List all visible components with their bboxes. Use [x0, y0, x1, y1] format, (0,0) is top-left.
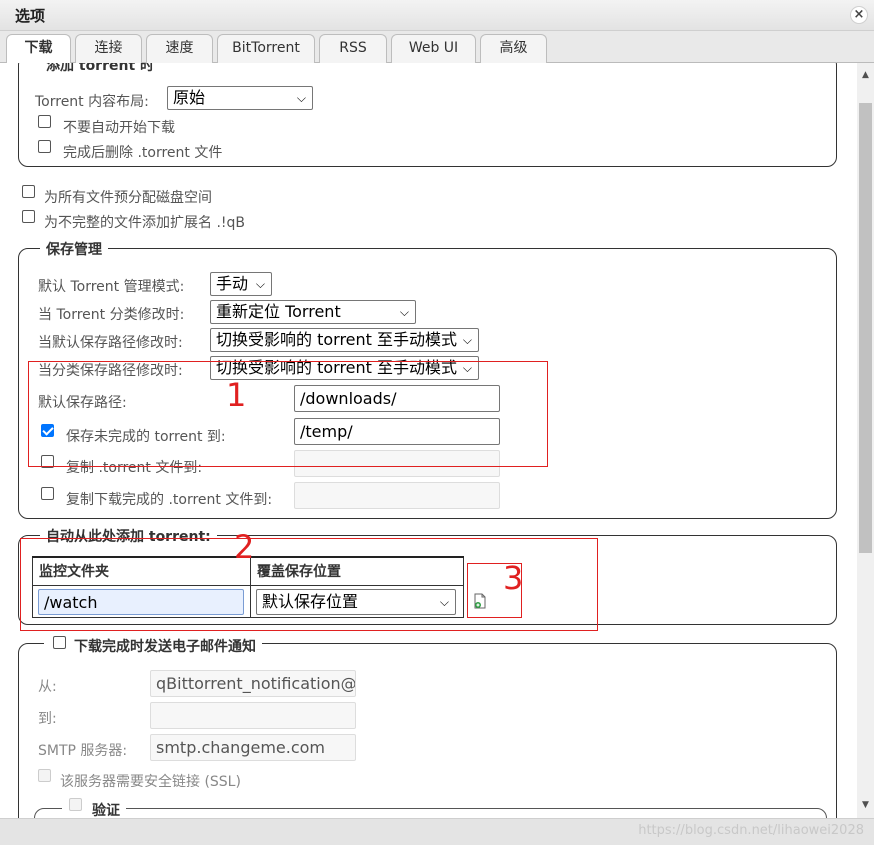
dialog-bottombar: https://blog.csdn.net/lihaowei2028	[0, 818, 874, 845]
torrent-mode-select[interactable]: 手动 ⌵	[210, 272, 272, 296]
tab-download[interactable]: 下载	[6, 34, 71, 64]
scrollbar-thumb[interactable]	[859, 103, 872, 553]
smtp-server-label: SMTP 服务器:	[38, 743, 128, 759]
append-ext-checkbox[interactable]	[22, 210, 35, 223]
chevron-down-icon: ⌵	[462, 333, 472, 347]
category-changed-value: 重新定位 Torrent	[216, 302, 341, 321]
tab-bar: 下载 连接 速度 BitTorrent RSS Web UI 高级	[0, 31, 874, 64]
delete-torrent-checkbox[interactable]	[38, 140, 51, 153]
copy-finished-checkbox[interactable]	[41, 487, 54, 500]
annotation-number-3: 3	[503, 559, 524, 597]
chevron-down-icon: ⌵	[296, 91, 306, 105]
tab-connection[interactable]: 连接	[75, 34, 142, 63]
category-changed-label: 当 Torrent 分类修改时:	[38, 307, 185, 323]
options-content: 添加 torrent 时 Torrent 内容布局: 原始 ⌵ 不要自动开始下载…	[0, 63, 857, 818]
copy-finished-input[interactable]	[294, 482, 500, 509]
no-autostart-label: 不要自动开始下载	[63, 120, 175, 136]
saving-management-legend: 保存管理	[40, 239, 108, 259]
ssl-label: 该服务器需要安全链接 (SSL)	[60, 774, 241, 790]
scroll-up-icon[interactable]: ▲	[857, 67, 874, 84]
torrent-mode-value: 手动	[216, 274, 249, 293]
add-torrent-legend: 添加 torrent 时	[40, 63, 161, 75]
tab-webui[interactable]: Web UI	[391, 34, 476, 63]
tab-rss[interactable]: RSS	[319, 34, 387, 63]
category-changed-select[interactable]: 重新定位 Torrent ⌵	[210, 300, 416, 324]
preallocate-label: 为所有文件预分配磁盘空间	[44, 190, 212, 206]
email-from-input[interactable]: qBittorrent_notification@ex	[150, 670, 356, 697]
copy-finished-label: 复制下载完成的 .torrent 文件到:	[66, 492, 273, 508]
default-path-changed-select[interactable]: 切换受影响的 torrent 至手动模式 ⌵	[210, 328, 479, 352]
annotation-number-2: 2	[234, 528, 255, 566]
auth-group	[34, 808, 827, 818]
no-autostart-checkbox[interactable]	[38, 115, 51, 128]
email-notification-legend: 下载完成时发送电子邮件通知	[44, 636, 262, 656]
tab-advanced[interactable]: 高级	[480, 34, 547, 63]
email-to-input[interactable]	[150, 702, 356, 729]
email-notification-group	[18, 643, 837, 818]
default-path-changed-label: 当默认保存路径修改时:	[38, 335, 183, 351]
delete-torrent-label: 完成后删除 .torrent 文件	[63, 145, 223, 161]
auth-checkbox[interactable]	[69, 798, 82, 811]
tab-bittorrent[interactable]: BitTorrent	[217, 34, 315, 63]
chevron-down-icon: ⌵	[255, 277, 265, 291]
annotation-box-1	[28, 361, 548, 467]
torrent-mode-label: 默认 Torrent 管理模式:	[38, 279, 185, 295]
preallocate-checkbox[interactable]	[22, 185, 35, 198]
tab-speed[interactable]: 速度	[146, 34, 213, 63]
scroll-down-icon[interactable]: ▼	[857, 797, 874, 814]
content-layout-select[interactable]: 原始 ⌵	[167, 86, 313, 110]
content-layout-value: 原始	[173, 88, 206, 107]
default-path-changed-value: 切换受影响的 torrent 至手动模式	[216, 330, 458, 349]
annotation-number-1: 1	[226, 376, 247, 414]
dialog-titlebar: 选项 ×	[0, 0, 874, 31]
watermark: https://blog.csdn.net/lihaowei2028	[638, 823, 864, 838]
chevron-down-icon: ⌵	[399, 305, 409, 319]
dialog-title: 选项	[15, 7, 46, 25]
append-ext-label: 为不完整的文件添加扩展名 .!qB	[44, 215, 246, 231]
email-from-label: 从:	[38, 679, 57, 695]
ssl-checkbox[interactable]	[38, 769, 51, 782]
close-icon[interactable]: ×	[850, 6, 868, 24]
vertical-scrollbar[interactable]: ▲ ▼	[857, 63, 874, 818]
email-to-label: 到:	[38, 711, 57, 727]
smtp-server-input[interactable]: smtp.changeme.com	[150, 734, 356, 761]
email-notification-checkbox[interactable]	[53, 636, 66, 649]
content-layout-label: Torrent 内容布局:	[35, 94, 149, 110]
